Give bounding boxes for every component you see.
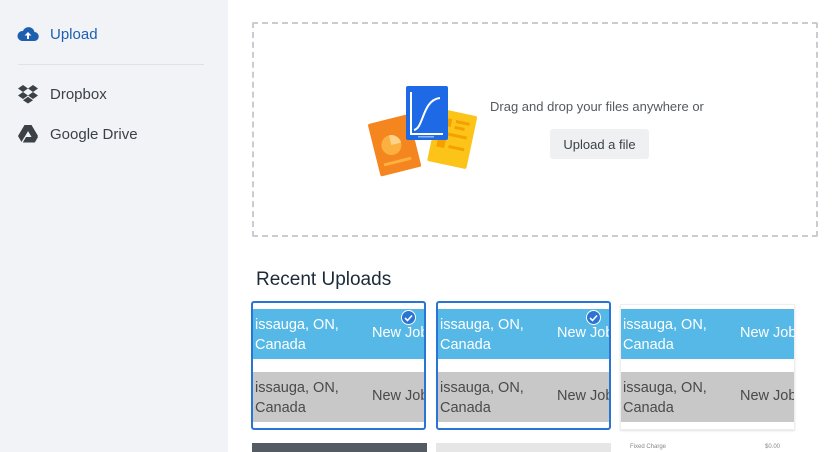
sidebar-divider xyxy=(18,64,204,65)
thumbnail-location: issauga, ON, Canada xyxy=(255,380,339,416)
recent-upload-thumbnail-partial[interactable] xyxy=(436,443,611,452)
cloud-upload-icon xyxy=(16,22,40,46)
sidebar-item-upload[interactable]: Upload xyxy=(16,21,98,47)
sidebar: Upload Dropbox Google Drive xyxy=(0,0,228,452)
sidebar-item-label: Google Drive xyxy=(50,125,138,143)
thumbnail-job: New Job xyxy=(372,388,424,404)
thumbnail-job: New Job xyxy=(740,388,794,404)
thumbnail-job: New Job xyxy=(372,325,424,341)
thumbnail-gray-band: issauga, ON, Canada New Job xyxy=(621,372,794,422)
thumbnail-location: issauga, ON, Canada xyxy=(623,317,707,353)
recent-upload-thumbnail[interactable]: issauga, ON, Canada New Job issauga, ON, C… xyxy=(436,301,611,430)
thumbnail-job: New Job xyxy=(557,388,609,404)
thumbnail-job: New Job xyxy=(557,325,609,341)
thumbnail-location: issauga, ON, Canada xyxy=(255,317,339,353)
sidebar-item-label: Dropbox xyxy=(50,85,107,103)
recent-upload-thumbnail[interactable]: issauga, ON, Canada New Job issauga, ON, C… xyxy=(251,301,426,430)
sidebar-item-dropbox[interactable]: Dropbox xyxy=(16,81,107,107)
thumbnail-job: New Job xyxy=(740,325,794,341)
drop-zone[interactable]: Drag and drop your files anywhere or Upl… xyxy=(252,22,818,237)
recent-upload-thumbnail[interactable]: issauga, ON, Canada New Job issauga, ON, C… xyxy=(620,304,795,430)
sidebar-item-label: Upload xyxy=(50,25,98,43)
thumbnail-blue-band: issauga, ON, Canada New Job xyxy=(621,309,794,359)
checkmark-icon[interactable] xyxy=(401,310,416,325)
thumbnail-location: issauga, ON, Canada xyxy=(440,317,524,353)
thumbnail-location: issauga, ON, Canada xyxy=(440,380,524,416)
dropbox-icon xyxy=(16,82,40,106)
thumbnail-gray-band: issauga, ON, Canada New Job xyxy=(253,372,424,422)
partial-row-label: Fixed Charge xyxy=(630,444,667,450)
files-illustration-icon xyxy=(368,86,478,177)
checkmark-icon[interactable] xyxy=(586,310,601,325)
recent-upload-thumbnail-partial[interactable] xyxy=(252,443,427,452)
google-drive-icon xyxy=(16,122,40,146)
sidebar-item-google-drive[interactable]: Google Drive xyxy=(16,121,138,147)
partial-row-amount: $0.00 xyxy=(765,444,781,450)
thumbnail-blue-band: issauga, ON, Canada New Job xyxy=(438,309,609,359)
drop-instruction: Drag and drop your files anywhere or xyxy=(490,99,704,114)
thumbnail-gray-band: issauga, ON, Canada New Job xyxy=(438,372,609,422)
upload-file-button[interactable]: Upload a file xyxy=(550,129,649,159)
main-panel: Drag and drop your files anywhere or Upl… xyxy=(228,0,838,452)
thumbnail-location: issauga, ON, Canada xyxy=(623,380,707,416)
thumbnail-blue-band: issauga, ON, Canada New Job xyxy=(253,309,424,359)
recent-upload-thumbnail-partial[interactable]: Fixed Charge $0.00 xyxy=(620,443,795,452)
recent-uploads-heading: Recent Uploads xyxy=(256,269,392,290)
